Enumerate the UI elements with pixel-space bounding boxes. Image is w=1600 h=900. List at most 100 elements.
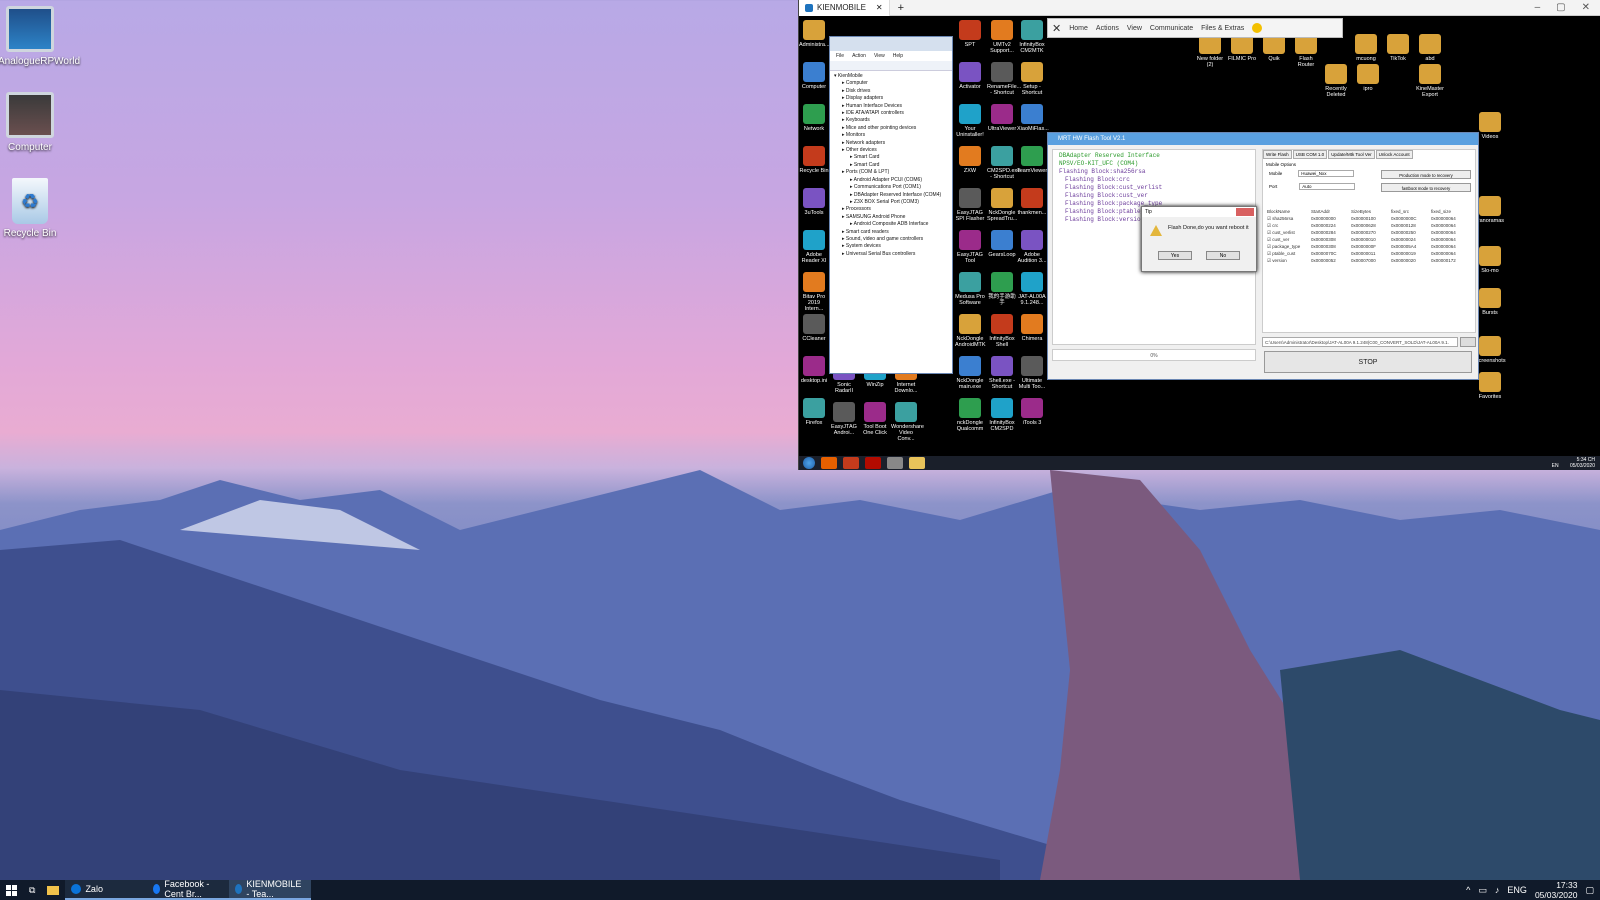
browse-button[interactable] — [1460, 337, 1476, 347]
remote-icon[interactable]: RenameFile... - Shortcut — [987, 62, 1021, 96]
device-tree-item[interactable]: ▸ Z3X BOX Serial Port (COM3) — [834, 199, 948, 206]
volume-icon[interactable]: ♪ — [1495, 885, 1500, 895]
remote-icon[interactable]: Bitav Pro 2019 Intern... — [799, 272, 829, 312]
remote-icon[interactable]: Wondershare Video Conv... — [891, 402, 924, 442]
device-manager-window[interactable]: File Action View Help ▾ KienMobile ▸ Comp… — [829, 36, 953, 374]
remote-desktop[interactable]: Administra... Computer Network Recycle Bin 3… — [799, 16, 1600, 470]
remote-icon[interactable]: EasyJTAG Tool — [955, 230, 985, 264]
remote-icon[interactable]: Activator — [955, 62, 985, 90]
device-tree-item[interactable]: ▸ Universal Serial Bus controllers — [834, 251, 948, 258]
tab-update-tool[interactable]: Update/Mtk Tool Ver — [1328, 150, 1375, 159]
device-tree-item[interactable]: ▸ Network adapters — [834, 140, 948, 147]
remote-icon[interactable]: Adobe Audition 3... — [1017, 230, 1047, 264]
desktop-icon-analoguerpworld[interactable]: AnalogueRPWorld — [0, 6, 80, 67]
reboot-dialog[interactable]: Tip Flash Done,do you want reboot it Yes… — [1141, 206, 1257, 272]
toolbar-files-extras[interactable]: Files & Extras — [1201, 25, 1244, 32]
tab-kienmobile[interactable]: KIENMOBILE ✕ — [799, 0, 890, 16]
dialog-close-icon[interactable] — [1236, 208, 1254, 216]
remote-icon[interactable]: Medusa Pro Software — [955, 272, 985, 306]
remote-folder-icon[interactable]: Bursts — [1475, 288, 1505, 316]
toolbar-actions[interactable]: Actions — [1096, 25, 1119, 32]
desktop-icon-recycle-bin[interactable]: ♻ Recycle Bin — [0, 178, 62, 239]
tab-write-flash[interactable]: Write Flash — [1263, 150, 1292, 159]
mobile-select[interactable]: Huawei_Nxx — [1298, 170, 1355, 177]
yes-button[interactable]: Yes — [1158, 251, 1192, 260]
production-to-recovery-button[interactable]: Production mode to recovery — [1381, 170, 1471, 179]
tab-usb-com[interactable]: USB COM 1.0 — [1292, 150, 1328, 159]
table-row[interactable]: ☑ cust_verlist 0x00000284 0x00000270 0x0000… — [1267, 229, 1473, 236]
taskbar-app-teamviewer[interactable]: KIENMOBILE - Tea... — [229, 879, 312, 900]
remote-folder-icon[interactable]: Slo-mo — [1475, 246, 1505, 274]
device-tree-item[interactable]: ▸ IDE ATA/ATAPI controllers — [834, 110, 948, 117]
device-tree-item[interactable]: ▸ Monitors — [834, 132, 948, 139]
remote-folder-icon[interactable]: Flash Router — [1291, 34, 1321, 68]
smiley-icon[interactable] — [1252, 23, 1263, 33]
teamviewer-window[interactable]: KIENMOBILE ✕ + – ▢ ✕ Administra... Comput… — [798, 0, 1600, 470]
remote-folder-icon[interactable]: Favorites — [1475, 372, 1505, 400]
remote-icon[interactable]: 我的手游助手 — [987, 272, 1017, 306]
device-tree-item[interactable]: ▸ Keyboards — [834, 117, 948, 124]
remote-folder-icon[interactable]: FILMIC Pro — [1227, 34, 1257, 62]
remote-icon[interactable]: InfinityBox CM2SPD — [987, 398, 1017, 432]
task-view-button[interactable]: ⧉ — [23, 880, 41, 900]
remote-icon[interactable]: JAT-AL00A 9.1.248... — [1017, 272, 1047, 306]
device-tree-item[interactable]: ▸ DBAdapter Reserved Interface (COM4) — [834, 192, 948, 199]
remote-pdf-icon[interactable] — [865, 457, 881, 469]
device-tree[interactable]: ▾ KienMobile ▸ Computer ▸ Disk drives ▸ Dis… — [830, 71, 952, 260]
remote-icon[interactable]: Chimera — [1017, 314, 1047, 342]
remote-folder-icon[interactable]: Recently Deleted — [1321, 64, 1351, 98]
table-row[interactable]: ☑ package_type 0x00000308 0x0000000F 0x0000… — [1267, 243, 1473, 250]
remote-icon[interactable]: Shell.exe - Shortcut — [987, 356, 1017, 390]
remote-icon[interactable]: XiaoMiFlas... — [1017, 104, 1049, 132]
language-indicator[interactable]: ENG — [1507, 885, 1527, 895]
clock[interactable]: 17:33 05/03/2020 — [1535, 880, 1578, 900]
device-tree-item[interactable]: ▸ Display adapters — [834, 95, 948, 102]
remote-icon[interactable]: Firefox — [799, 398, 829, 426]
device-tree-item[interactable]: ▸ Disk drives — [834, 88, 948, 95]
stop-button[interactable]: STOP — [1264, 351, 1472, 373]
remote-icon[interactable]: UMTv2 Support... — [987, 20, 1017, 54]
remote-firefox-icon[interactable] — [821, 457, 837, 469]
remote-icon[interactable]: iTools 3 — [1017, 398, 1047, 426]
remote-icon[interactable]: Network — [799, 104, 829, 132]
remote-icon[interactable]: EasyJTAG SPI Flasher — [955, 188, 985, 222]
table-row[interactable]: ☑ crc 0x00000224 0x00000628 0x00000128 0x000… — [1267, 222, 1473, 229]
remote-icon[interactable]: Ultimate Multi Too... — [1017, 356, 1047, 390]
firmware-path-input[interactable]: C:\Users\Administrator\Desktop\JAT-AL00A… — [1262, 337, 1458, 347]
remote-folder-icon[interactable]: New folder (2) — [1195, 34, 1225, 68]
remote-folder-icon[interactable]: mcuong — [1351, 34, 1381, 62]
remote-icon[interactable]: CCleaner — [799, 314, 829, 342]
remote-icon[interactable]: Your Uninstaller! — [955, 104, 985, 138]
show-hidden-icon[interactable]: ^ — [1466, 885, 1470, 895]
taskbar-app-zalo[interactable]: Zalo — [65, 880, 148, 900]
maximize-icon[interactable]: ▢ — [1556, 2, 1565, 13]
flash-tool-window[interactable]: MRT HW Flash Tool V2.1 DBAdapter Reserve… — [1047, 132, 1479, 380]
new-tab-icon[interactable]: + — [890, 2, 912, 14]
remote-icon[interactable]: desktop.ini — [799, 356, 829, 384]
fastboot-to-recovery-button[interactable]: fastboot mode to recovery — [1381, 183, 1471, 192]
remote-icon[interactable]: NckDongle main.exe — [955, 356, 985, 390]
device-tree-item[interactable]: ▸ Android Adapter PCUI (COM6) — [834, 177, 948, 184]
remote-icon[interactable]: InfinityBox Shell — [987, 314, 1017, 348]
remote-icon[interactable]: thankmen... — [1017, 188, 1047, 216]
device-tree-item[interactable]: ▸ Ports (COM & LPT) — [834, 169, 948, 176]
remote-icon[interactable]: CM2SPD.exe - Shortcut — [987, 146, 1020, 180]
table-row[interactable]: ☑ cust_ver 0x00000308 0x00000010 0x00000024… — [1267, 236, 1473, 243]
device-tree-item[interactable]: ▾ KienMobile — [834, 73, 948, 80]
remote-folder-icon[interactable]: Panoramas — [1475, 196, 1505, 224]
block-table[interactable]: BlockName StartAddr SizeBytes fixed_src fixe… — [1267, 208, 1473, 264]
no-button[interactable]: No — [1206, 251, 1240, 260]
menu-action[interactable]: Action — [852, 53, 866, 59]
remote-icon[interactable]: NckDongle AndroidMTK — [955, 314, 986, 348]
taskbar-app-facebook[interactable]: Facebook - Cent Br... — [147, 879, 230, 900]
device-tree-item[interactable]: ▸ Other devices — [834, 147, 948, 154]
menu-help[interactable]: Help — [893, 53, 903, 59]
remote-folder-icon[interactable]: KineMaster Export — [1415, 64, 1445, 98]
device-tree-item[interactable]: ▸ Smart Card — [834, 154, 948, 161]
remote-folder-icon[interactable]: TikTok — [1383, 34, 1413, 62]
close-window-icon[interactable]: ✕ — [1582, 2, 1590, 13]
device-tree-item[interactable]: ▸ Smart Card — [834, 162, 948, 169]
device-tree-item[interactable]: ▸ SAMSUNG Android Phone — [834, 214, 948, 221]
remote-icon[interactable]: Adobe Reader XI — [799, 230, 829, 264]
remote-start-icon[interactable] — [803, 457, 815, 469]
